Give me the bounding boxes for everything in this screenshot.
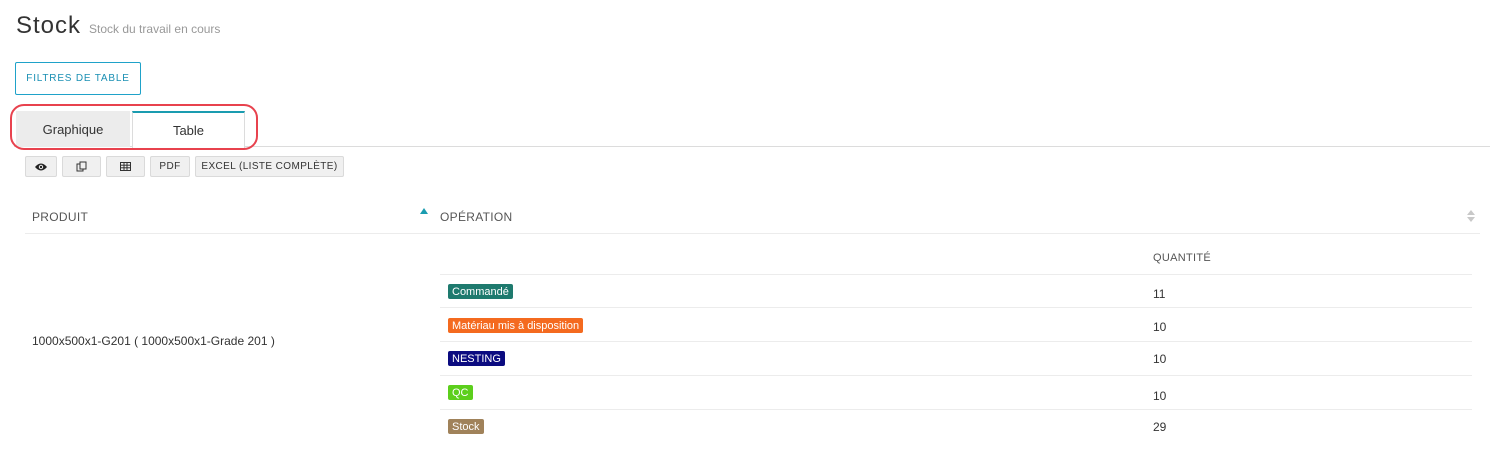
quantity-subheader: QUANTITÉ — [1153, 252, 1212, 264]
row-divider — [440, 341, 1472, 342]
sort-ascending-icon[interactable] — [420, 208, 428, 214]
operation-badge-nesting: NESTING — [448, 351, 505, 366]
column-header-operation[interactable]: OPÉRATION — [440, 210, 513, 224]
columns-button[interactable] — [106, 156, 145, 177]
operation-badge-qc: QC — [448, 385, 473, 400]
table-filters-button[interactable]: FILTRES DE TABLE — [15, 62, 141, 95]
product-cell: 1000x500x1-G201 ( 1000x500x1-Grade 201 ) — [32, 334, 275, 348]
table-icon — [120, 162, 131, 171]
page-subtitle: Stock du travail en cours — [89, 22, 221, 36]
row-divider — [440, 307, 1472, 308]
copy-button[interactable] — [62, 156, 101, 177]
page-title-text: Stock — [16, 12, 82, 39]
excel-button[interactable]: EXCEL (LISTE COMPLÈTE) — [195, 156, 344, 177]
quantity-cell: 10 — [1153, 389, 1167, 403]
operation-badge-commande: Commandé — [448, 284, 513, 299]
row-divider — [440, 409, 1472, 410]
operation-badge-materiau: Matériau mis à disposition — [448, 318, 584, 333]
header-divider — [25, 233, 1480, 234]
row-divider — [440, 274, 1472, 275]
sort-both-icon[interactable] — [1467, 210, 1475, 223]
eye-icon — [35, 163, 47, 170]
column-header-product[interactable]: PRODUIT — [32, 210, 88, 224]
quantity-cell: 29 — [1153, 420, 1167, 434]
tab-table[interactable]: Table — [132, 111, 245, 148]
row-divider — [440, 375, 1472, 376]
quantity-cell: 11 — [1153, 287, 1166, 301]
pdf-button[interactable]: PDF — [150, 156, 190, 177]
quantity-cell: 10 — [1153, 320, 1167, 334]
page-title: Stock Stock du travail en cours — [16, 12, 220, 40]
view-button[interactable] — [25, 156, 57, 177]
copy-icon — [76, 161, 87, 172]
tab-graphique[interactable]: Graphique — [16, 111, 130, 147]
operation-badge-stock: Stock — [448, 419, 484, 434]
quantity-cell: 10 — [1153, 352, 1167, 366]
